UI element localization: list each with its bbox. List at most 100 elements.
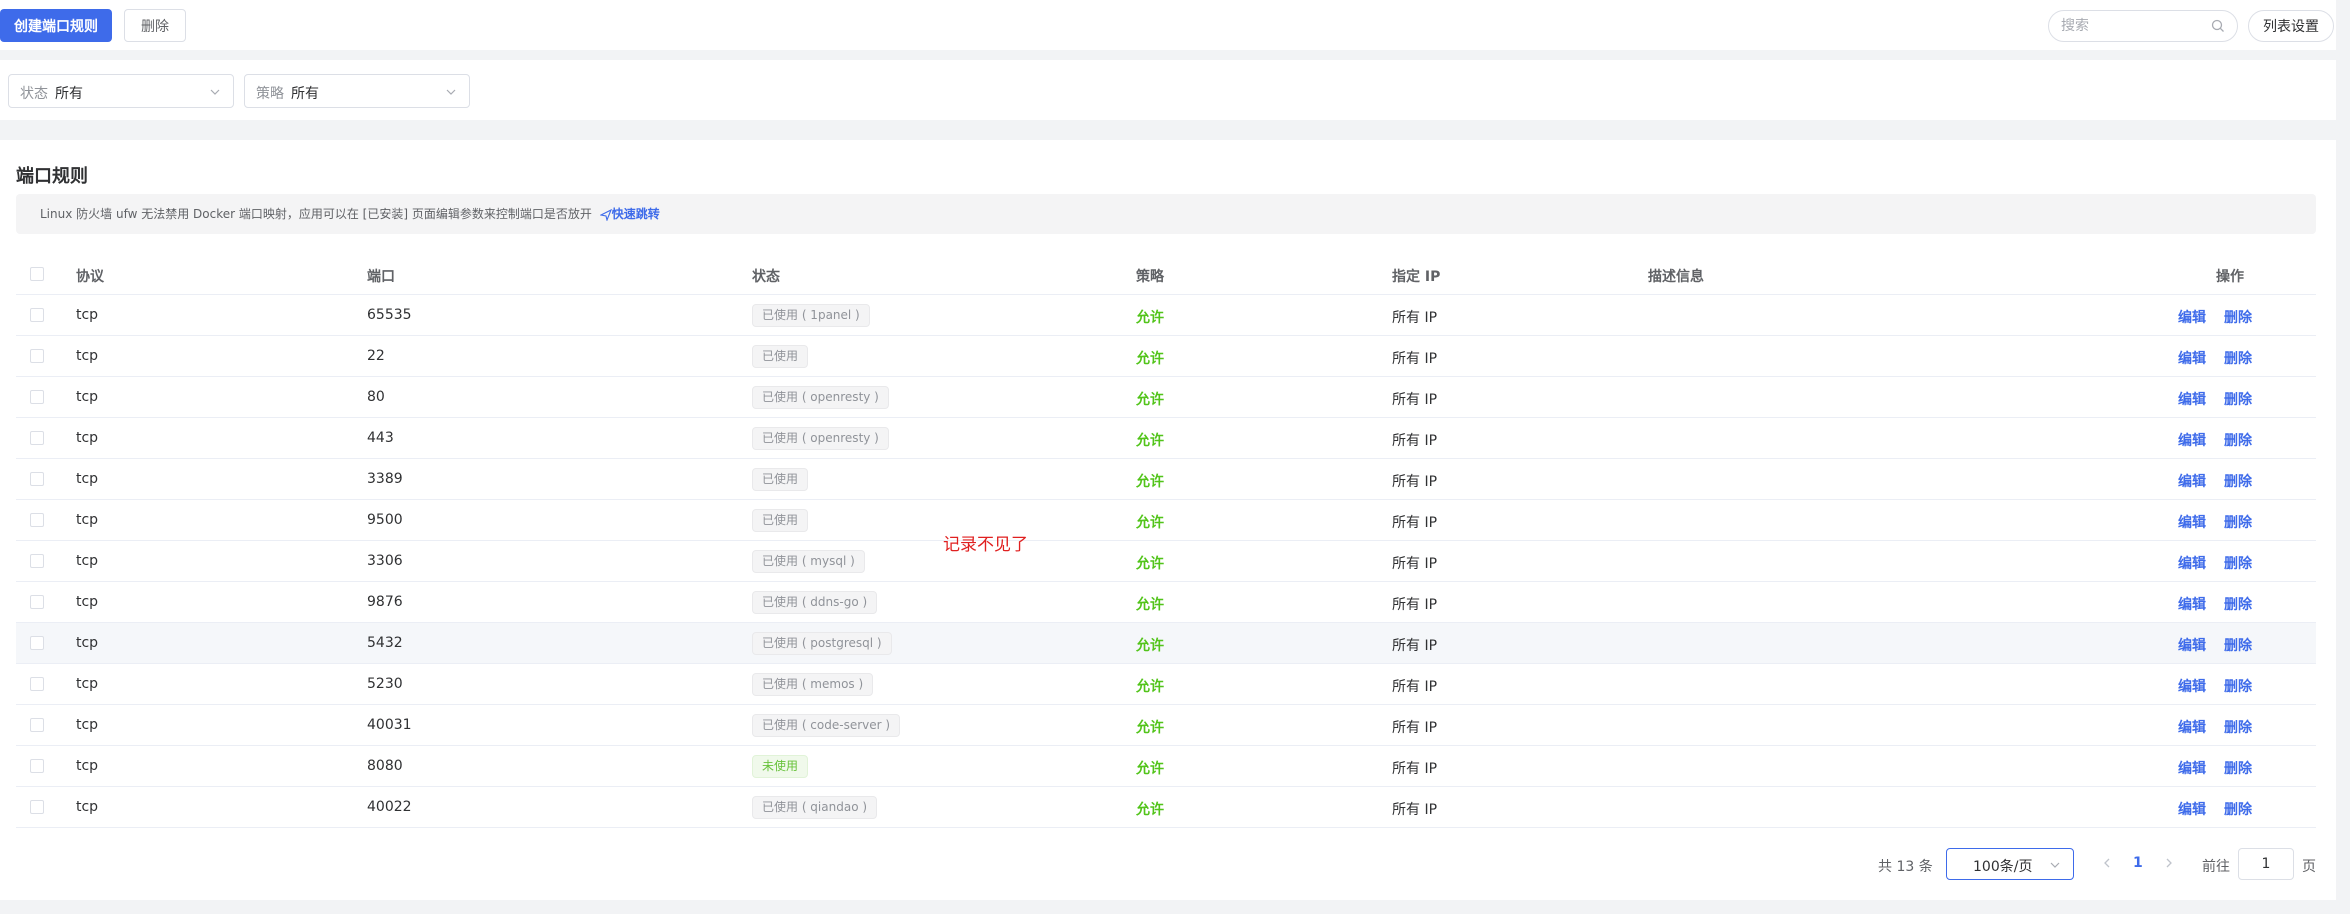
cell-protocol: tcp (76, 553, 99, 569)
cell-port: 22 (367, 348, 385, 364)
table-row: tcp 65535 已使用 ( 1panel ) 允许 所有 IP 编辑 删除 (16, 295, 2316, 336)
cell-policy: 允许 (1136, 310, 1164, 326)
cell-ip: 所有 IP (1392, 310, 1438, 326)
delete-row-button[interactable]: 删除 (2224, 594, 2252, 614)
table-row: tcp 5432 已使用 ( postgresql ) 允许 所有 IP 编辑 删除 (16, 623, 2316, 664)
edit-button[interactable]: 编辑 (2178, 512, 2206, 532)
chevron-down-icon (2050, 862, 2060, 868)
delete-row-button[interactable]: 删除 (2224, 676, 2252, 696)
policy-filter-select[interactable]: 策略 所有 (244, 74, 470, 108)
edit-button[interactable]: 编辑 (2178, 348, 2206, 368)
cell-policy: 允许 (1136, 474, 1164, 490)
list-settings-button[interactable]: 列表设置 (2248, 10, 2334, 42)
table-row: tcp 40031 已使用 ( code-server ) 允许 所有 IP 编辑 删除 (16, 705, 2316, 746)
edit-button[interactable]: 编辑 (2178, 799, 2206, 819)
delete-row-button[interactable]: 删除 (2224, 389, 2252, 409)
edit-button[interactable]: 编辑 (2178, 307, 2206, 327)
cell-protocol: tcp (76, 430, 99, 446)
row-checkbox[interactable] (30, 554, 44, 568)
delete-row-button[interactable]: 删除 (2224, 717, 2252, 737)
cell-ip: 所有 IP (1392, 556, 1438, 572)
delete-row-button[interactable]: 删除 (2224, 799, 2252, 819)
policy-filter-value: 所有 (291, 86, 319, 102)
search-icon[interactable] (2211, 19, 2225, 33)
cell-port: 40031 (367, 717, 412, 733)
chevron-left-icon[interactable] (2100, 856, 2114, 870)
cell-policy: 允许 (1136, 556, 1164, 572)
edit-button[interactable]: 编辑 (2178, 553, 2206, 573)
row-checkbox[interactable] (30, 390, 44, 404)
delete-row-button[interactable]: 删除 (2224, 307, 2252, 327)
select-all-checkbox[interactable] (30, 267, 44, 281)
row-checkbox[interactable] (30, 718, 44, 732)
row-checkbox[interactable] (30, 513, 44, 527)
delete-row-button[interactable]: 删除 (2224, 635, 2252, 655)
page-number-current[interactable]: 1 (2133, 855, 2143, 871)
search-input[interactable] (2061, 11, 2211, 41)
edit-button[interactable]: 编辑 (2178, 717, 2206, 737)
cell-policy: 允许 (1136, 679, 1164, 695)
row-checkbox[interactable] (30, 800, 44, 814)
create-port-rule-button[interactable]: 创建端口规则 (0, 9, 112, 42)
status-badge: 已使用 (752, 509, 809, 532)
cell-ip: 所有 IP (1392, 515, 1438, 531)
cell-port: 40022 (367, 799, 412, 815)
quick-jump-link[interactable]: 快速跳转 (599, 207, 660, 221)
table-header-row: 协议 端口 状态 策略 指定 IP 描述信息 操作 (16, 254, 2316, 295)
cell-port: 9876 (367, 594, 403, 610)
edit-button[interactable]: 编辑 (2178, 471, 2206, 491)
delete-button[interactable]: 删除 (124, 9, 186, 42)
cell-policy: 允许 (1136, 597, 1164, 613)
row-checkbox[interactable] (30, 677, 44, 691)
cell-ip: 所有 IP (1392, 679, 1438, 695)
edit-button[interactable]: 编辑 (2178, 430, 2206, 450)
edit-button[interactable]: 编辑 (2178, 758, 2206, 778)
table-row: tcp 22 已使用 允许 所有 IP 编辑 删除 (16, 336, 2316, 377)
row-checkbox[interactable] (30, 349, 44, 363)
row-checkbox[interactable] (30, 472, 44, 486)
delete-row-button[interactable]: 删除 (2224, 430, 2252, 450)
row-checkbox[interactable] (30, 759, 44, 773)
cell-protocol: tcp (76, 307, 99, 323)
page-size-select[interactable]: 100条/页 (1946, 848, 2074, 880)
page-unit-label: 页 (2302, 859, 2316, 875)
cell-protocol: tcp (76, 348, 99, 364)
status-badge: 已使用 ( code-server ) (752, 714, 901, 737)
quick-jump-label: 快速跳转 (611, 207, 660, 221)
cell-policy: 允许 (1136, 720, 1164, 736)
cell-port: 5432 (367, 635, 403, 651)
delete-row-button[interactable]: 删除 (2224, 471, 2252, 491)
chevron-right-icon[interactable] (2162, 856, 2176, 870)
cell-ip: 所有 IP (1392, 392, 1438, 408)
header-description: 描述信息 (1648, 269, 1704, 285)
cell-protocol: tcp (76, 389, 99, 405)
cell-port: 3389 (367, 471, 403, 487)
status-badge: 已使用 ( postgresql ) (752, 632, 892, 655)
row-checkbox[interactable] (30, 308, 44, 322)
cell-policy: 允许 (1136, 433, 1164, 449)
delete-row-button[interactable]: 删除 (2224, 758, 2252, 778)
port-rules-card: 端口规则 Linux 防火墙 ufw 无法禁用 Docker 端口映射，应用可以… (0, 140, 2336, 900)
edit-button[interactable]: 编辑 (2178, 676, 2206, 696)
goto-page-input[interactable] (2238, 848, 2294, 880)
edit-button[interactable]: 编辑 (2178, 635, 2206, 655)
cell-protocol: tcp (76, 799, 99, 815)
row-checkbox[interactable] (30, 636, 44, 650)
edit-button[interactable]: 编辑 (2178, 389, 2206, 409)
delete-row-button[interactable]: 删除 (2224, 512, 2252, 532)
edit-button[interactable]: 编辑 (2178, 594, 2206, 614)
table-row: tcp 80 已使用 ( openresty ) 允许 所有 IP 编辑 删除 (16, 377, 2316, 418)
table-row: tcp 9876 已使用 ( ddns-go ) 允许 所有 IP 编辑 删除 (16, 582, 2316, 623)
cell-policy: 允许 (1136, 392, 1164, 408)
delete-row-button[interactable]: 删除 (2224, 348, 2252, 368)
row-checkbox[interactable] (30, 595, 44, 609)
chevron-down-icon (446, 89, 456, 95)
cell-port: 5230 (367, 676, 403, 692)
delete-row-button[interactable]: 删除 (2224, 553, 2252, 573)
row-checkbox[interactable] (30, 431, 44, 445)
table-row: tcp 5230 已使用 ( memos ) 允许 所有 IP 编辑 删除 (16, 664, 2316, 705)
status-badge: 未使用 (752, 755, 809, 778)
status-filter-select[interactable]: 状态 所有 (8, 74, 234, 108)
cell-port: 3306 (367, 553, 403, 569)
table-row: tcp 3389 已使用 允许 所有 IP 编辑 删除 (16, 459, 2316, 500)
